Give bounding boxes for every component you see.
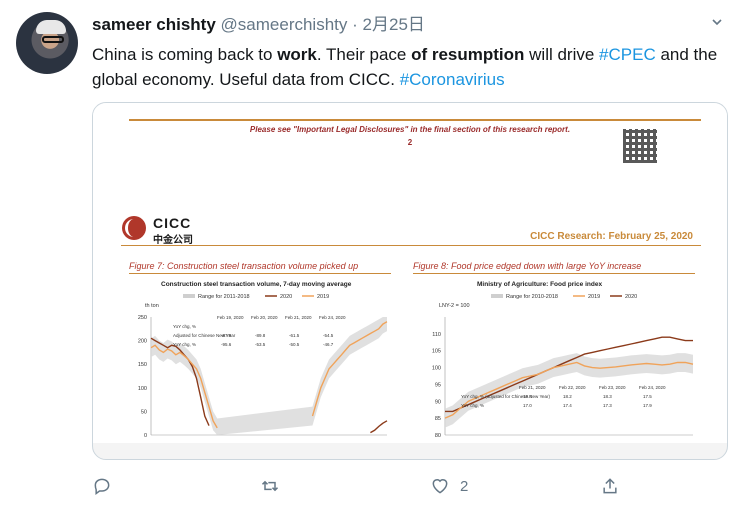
y-tick-label: 105	[432, 349, 441, 355]
reply-button[interactable]	[92, 474, 112, 498]
tweet-text: China is coming back to work. Their pace…	[92, 42, 728, 92]
like-count: 2	[460, 477, 469, 495]
table-cell: -53.5	[255, 342, 266, 347]
report-page: CICC 中金公司 CICC Research: February 25, 20…	[93, 181, 727, 443]
table-cell: 17.5	[643, 394, 652, 399]
table-cell: 17.4	[563, 403, 572, 408]
legend-label: Range for 2010-2018	[506, 294, 558, 300]
figure-7-title: Figure 7: Construction steel transaction…	[129, 261, 359, 271]
y-tick-label: 95	[435, 382, 441, 388]
like-button[interactable]: 2	[430, 474, 468, 498]
table-header: Feb 24, 2020	[319, 315, 346, 320]
y-tick-label: 0	[144, 433, 147, 439]
legend-label: 2019	[317, 294, 329, 300]
retweet-button[interactable]	[260, 474, 280, 498]
research-date: CICC Research: February 25, 2020	[530, 231, 693, 242]
table-header: Feb 21, 2020	[285, 315, 312, 320]
legend-label: 2020	[280, 294, 292, 300]
table-cell: -95.6	[221, 342, 232, 347]
figure-8-title: Figure 8: Food price edged down with lar…	[413, 261, 642, 271]
table-row-label: YoY chg, %	[173, 342, 196, 347]
report-page-top: Please see "Important Legal Disclosures"…	[93, 103, 727, 181]
text-segment: China is coming back to	[92, 45, 278, 64]
y-tick-label: 85	[435, 416, 441, 422]
table-row-label: YoY chg, %	[173, 324, 196, 329]
avatar-glasses	[42, 36, 64, 43]
figure-8-subtitle: Ministry of Agriculture: Food price inde…	[477, 281, 603, 288]
divider	[129, 273, 391, 274]
table-header: Feb 21, 2020	[519, 385, 546, 390]
hashtag-cpec[interactable]: #CPEC	[599, 45, 656, 64]
table-cell: -46.7	[323, 342, 334, 347]
share-button[interactable]	[600, 474, 620, 498]
retweet-icon	[261, 480, 279, 492]
legend-label: Range for 2011-2018	[198, 294, 250, 300]
hashtag-coronavirius[interactable]: #Coronavirius	[400, 70, 505, 89]
y-axis-label: LNY-2 = 100	[439, 303, 470, 309]
separator: ·	[352, 15, 358, 34]
legend-label: 2019	[588, 294, 600, 300]
y-tick-label: 50	[141, 409, 147, 415]
chevron-down-icon[interactable]	[711, 16, 723, 28]
divider	[121, 245, 701, 246]
text-segment: . Their pace	[316, 45, 412, 64]
table-cell: -54.5	[323, 333, 334, 338]
tweet-image[interactable]: Please see "Important Legal Disclosures"…	[92, 102, 728, 460]
y-tick-label: 100	[432, 366, 441, 372]
reply-icon	[94, 478, 110, 495]
steel-volume-chart: Range for 2011-2018 2020 2019 th ton 250 200 1…	[138, 294, 388, 439]
heart-icon	[432, 479, 448, 494]
qr-code-icon	[623, 129, 657, 163]
text-bold: of resumption	[411, 45, 525, 64]
tweet-header: sameer chishty @sameerchishty · 2月25日	[92, 14, 425, 36]
table-cell: -87.6	[221, 333, 232, 338]
text-bold: work	[277, 45, 317, 64]
y-axis-label: th ton	[145, 303, 159, 309]
y-tick-label: 150	[138, 362, 147, 368]
divider	[129, 119, 701, 121]
y-tick-label: 110	[432, 332, 441, 338]
avatar[interactable]	[16, 12, 78, 74]
share-icon	[603, 478, 617, 494]
y-tick-label: 90	[435, 399, 441, 405]
table-cell: -61.5	[289, 333, 300, 338]
divider	[413, 273, 695, 274]
tweet-date[interactable]: 2月25日	[363, 15, 425, 34]
table-cell: 18.2	[563, 394, 572, 399]
table-cell: 18.8	[523, 394, 532, 399]
y-tick-label: 200	[138, 339, 147, 345]
table-header: Feb 22, 2020	[559, 385, 586, 390]
table-header: Feb 19, 2020	[217, 315, 244, 320]
y-tick-label: 80	[435, 433, 441, 439]
cicc-logo-icon	[122, 216, 146, 240]
avatar-hair	[36, 20, 66, 34]
y-tick-label: 100	[138, 386, 147, 392]
table-cell: -50.5	[289, 342, 300, 347]
author-name[interactable]: sameer chishty	[92, 15, 216, 34]
brand-en: CICC	[153, 215, 192, 231]
table-cell: 17.3	[603, 403, 612, 408]
figure-7-subtitle: Construction steel transaction volume, 7…	[161, 281, 352, 288]
legend-label: 2020	[625, 294, 637, 300]
text-segment: will drive	[524, 45, 600, 64]
tweet-actions: 2	[92, 472, 728, 500]
table-cell: 18.3	[603, 394, 612, 399]
table-cell: 17.0	[523, 403, 532, 408]
author-handle[interactable]: @sameerchishty	[221, 15, 348, 34]
brand-cn: 中金公司	[153, 235, 193, 246]
table-row-label: YoY chg, %	[461, 403, 484, 408]
table-cell: 17.9	[643, 403, 652, 408]
table-row-label: YoY chg, % (adjusted for Chinese New Yea…	[461, 394, 551, 399]
table-cell: -89.8	[255, 333, 266, 338]
table-header: Feb 24, 2020	[639, 385, 666, 390]
table-header: Feb 20, 2020	[251, 315, 278, 320]
food-price-chart: Range for 2010-2018 2019 2020 LNY-2 = 100 11…	[432, 294, 694, 439]
table-header: Feb 23, 2020	[599, 385, 626, 390]
y-tick-label: 250	[138, 315, 147, 321]
